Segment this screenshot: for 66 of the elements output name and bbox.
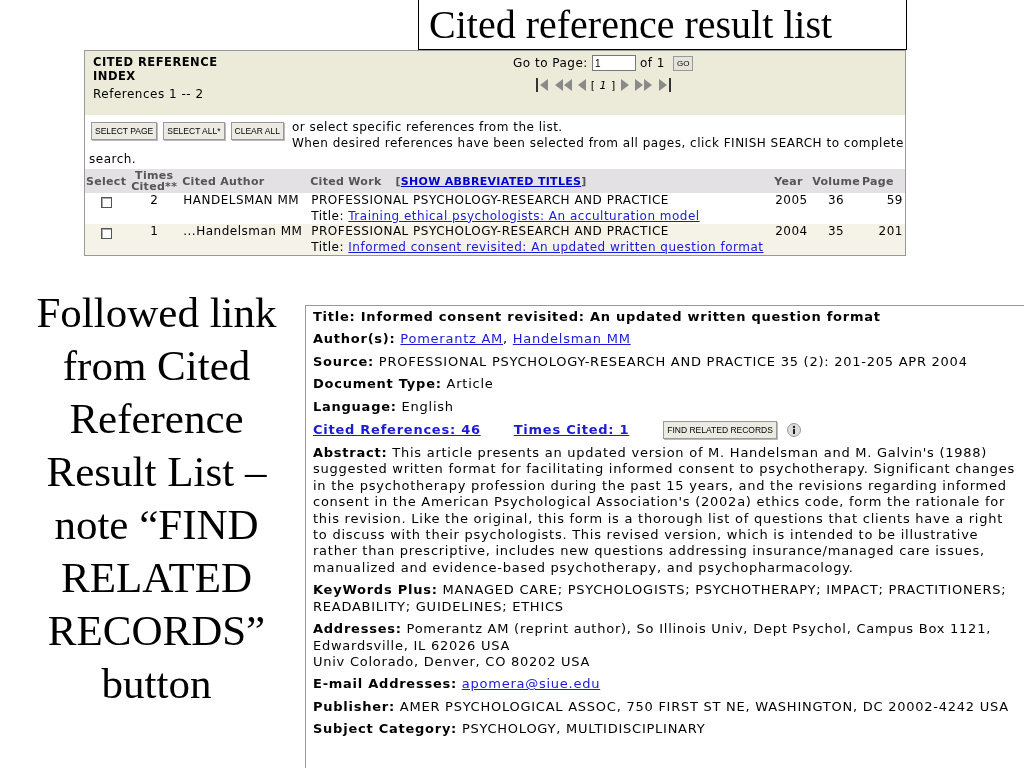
field-label: Author(s): <box>313 331 396 347</box>
cited-references-link[interactable]: Cited References: 46 <box>313 421 481 439</box>
record-title: Title: Informed consent revisited: An updated written question format <box>313 309 882 326</box>
field-label: E-mail Addresses: <box>313 676 457 692</box>
table-cell: 2005 <box>775 193 808 207</box>
table-cell: 2 <box>150 193 159 207</box>
cited-work-text: PROFESSIONAL PSYCHOLOGY-RESEARCH AND PRACTICE <box>311 193 670 209</box>
title-label: Title: <box>311 208 344 223</box>
cited-work-text: PROFESSIONAL PSYCHOLOGY-RESEARCH AND PRACTICE <box>311 224 670 240</box>
find-related-records-button[interactable]: FIND RELATED RECORDS <box>663 421 777 440</box>
last-page-icon[interactable] <box>657 77 672 93</box>
record-field: Source: PROFESSIONAL PSYCHOLOGY-RESEARCH AND PRACTICE 35 (2): 201-205 APR 2004 <box>313 353 1016 371</box>
record-field: Addresses: Pomerantz AM (reprint author), So Illinois Univ, Dept Psychol, Campus Box 1121, Edwardsville, IL 62026 USA Univ Colorado, Denver, CO 80202 USA <box>313 621 1016 671</box>
record-field: Document Type: Article <box>313 376 1016 393</box>
instructions-text: search. <box>89 151 137 167</box>
title-label: Title: <box>311 239 344 254</box>
references-range: References 1 -- 2 <box>93 87 205 101</box>
column-header: Year <box>774 174 803 188</box>
record-field: Publisher: AMER PSYCHOLOGICAL ASSOC, 750 FIRST ST NE, WASHINGTON, DC 20002-4242 USA <box>313 698 1016 716</box>
record-field: Abstract: This article presents an updated version of M. Handelsman and M. Galvin's (1988) suggested written format for facilitating informed consent to psychotherapy. Significant changes in the psychotherapy profession during the past 15 years, and the revisions regarding informed consent in the American Psychological Association's (2002a) ethics code, form the rationale for this revision. Like the original, this form is a thorough list of questions that clients have a right to discuss with their psychologists. This revised version, which is intended to be illustrative rather than prescriptive, includes new questions addressing insurance/managed care issues, manualized and evidence-based psychotherapy, and psychopharmacology. <box>313 445 1016 577</box>
table-cell: 35 <box>827 224 845 238</box>
column-header: Page <box>862 174 894 188</box>
index-heading: CITED REFERENCE INDEX <box>93 55 219 83</box>
table-cell: 1 <box>150 224 159 238</box>
slide-caption: Followed link from Cited Reference Result List – note “FIND RELATED RECORDS” button <box>35 288 278 709</box>
page-count: of 1 <box>639 56 665 70</box>
go-button[interactable]: GO <box>672 55 694 71</box>
record-link[interactable]: apomera@siue.edu <box>461 676 601 692</box>
page-input-field[interactable]: 1 <box>591 55 636 71</box>
record-link[interactable]: Handelsman MM <box>512 331 631 347</box>
show-abbreviated-titles-link[interactable]: SHOW ABBREVIATED TITLES <box>400 174 582 188</box>
table-cell: ...Handelsman MM <box>183 224 303 238</box>
column-header: Cited Work <box>310 174 382 188</box>
instructions-text: When desired references have been selected from all pages, click FINISH SEARCH to complete <box>291 135 904 151</box>
column-header: Select <box>86 174 127 188</box>
record-field: KeyWords Plus: MANAGED CARE; PSYCHOLOGISTS; PSYCHOTHERAPY; IMPACT; PRACTITIONERS; READABILITY; GUIDELINES; ETHICS <box>313 582 1016 616</box>
title-link[interactable]: Informed consent revisited: An updated written question format <box>348 239 764 254</box>
times-cited-link[interactable]: Times Cited: 1 <box>513 421 630 439</box>
info-icon[interactable] <box>786 423 801 438</box>
instructions-text: or select specific references from the list. <box>291 119 563 135</box>
record-field: Subject Category: PSYCHOLOGY, MULTIDISCIPLINARY <box>313 721 1016 738</box>
goto-label: Go to Page: <box>513 56 588 70</box>
record-link[interactable]: Pomerantz AM <box>400 331 504 347</box>
bracket-text: [ <box>395 174 401 188</box>
table-cell: HANDELSMAN MM <box>183 193 300 207</box>
row-checkbox[interactable] <box>100 197 112 208</box>
select-button[interactable]: SELECT ALL* <box>163 122 225 140</box>
first-page-icon[interactable] <box>534 77 549 93</box>
record-field: Language: English <box>313 398 1016 416</box>
column-header: Volume <box>812 174 860 188</box>
title-link[interactable]: Training ethical psychologists: An acculturation model <box>348 208 700 223</box>
column-header: Times Cited** <box>131 169 178 193</box>
previous-page-icon[interactable] <box>576 77 587 93</box>
select-button[interactable]: CLEAR ALL <box>230 122 284 140</box>
bracket-text: ] <box>581 174 587 188</box>
select-button[interactable]: SELECT PAGE <box>91 122 158 140</box>
row-checkbox[interactable] <box>100 228 112 239</box>
table-cell: 36 <box>827 193 845 207</box>
current-page-number: [ 1 ] <box>590 78 616 92</box>
table-cell: 2004 <box>775 224 808 238</box>
table-cell: 201 <box>878 224 903 238</box>
column-header: Cited Author <box>182 174 265 188</box>
separator-text: , <box>503 331 508 347</box>
next-page-icon[interactable] <box>619 77 630 93</box>
table-cell: 59 <box>886 193 903 207</box>
slide-title: Cited reference result list <box>418 0 907 50</box>
